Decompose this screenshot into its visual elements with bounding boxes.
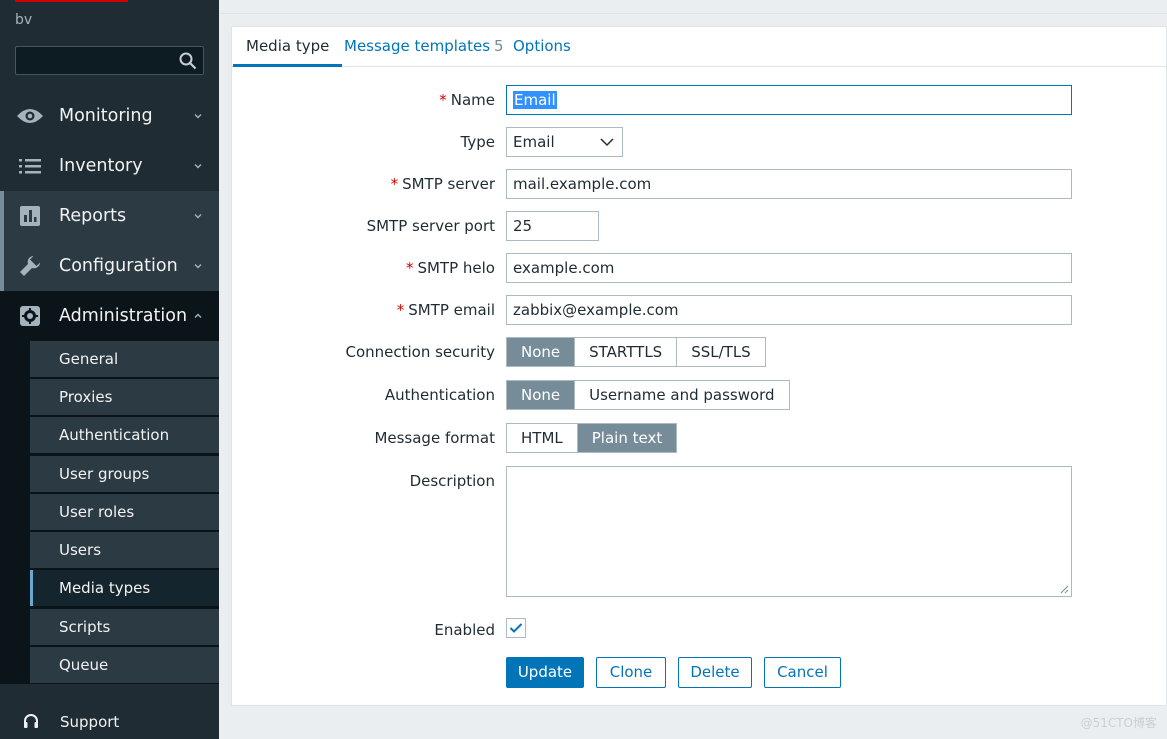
chevron-up-icon <box>194 313 202 318</box>
authentication-none[interactable]: None <box>507 381 576 409</box>
resize-handle-icon[interactable] <box>1059 584 1069 594</box>
required-mark: * <box>390 175 399 193</box>
search-icon[interactable] <box>179 52 197 70</box>
menu-label: Inventory <box>59 156 143 176</box>
cancel-button[interactable]: Cancel <box>764 657 841 688</box>
menu-monitoring[interactable]: Monitoring <box>0 91 219 141</box>
submenu-item-proxies[interactable]: Proxies <box>30 379 219 416</box>
search-input[interactable] <box>15 46 204 75</box>
delete-button[interactable]: Delete <box>678 657 752 688</box>
eye-icon <box>15 101 45 131</box>
type-select[interactable]: Email <box>506 127 623 157</box>
chevron-down-icon <box>194 114 202 119</box>
bar-chart-icon <box>15 201 45 231</box>
required-mark: * <box>396 301 405 319</box>
tab-bar: Media type Message templates 5 Options <box>232 27 1167 67</box>
description-textarea[interactable] <box>506 466 1072 597</box>
message-format-label: Message format <box>374 429 495 447</box>
smtp-port-input[interactable]: 25 <box>506 211 599 241</box>
menu-label: Reports <box>59 206 127 226</box>
message-format-plain-text[interactable]: Plain text <box>577 424 677 452</box>
headset-icon <box>24 713 38 728</box>
message-format-toggle: HTML Plain text <box>506 423 678 453</box>
smtp-port-label: SMTP server port <box>366 217 495 235</box>
submenu-item-queue[interactable]: Queue <box>30 647 219 684</box>
gear-icon <box>15 301 45 331</box>
smtp-email-label: * SMTP email <box>396 301 495 319</box>
connection-security-ssl-tls[interactable]: SSL/TLS <box>677 338 765 366</box>
smtp-email-input[interactable]: zabbix@example.com <box>506 295 1072 325</box>
type-label: Type <box>460 133 495 151</box>
connection-security-none[interactable]: None <box>507 338 576 366</box>
tab-message-templates[interactable]: Message templates 5 <box>331 27 517 67</box>
required-mark: * <box>439 91 447 109</box>
menu-administration[interactable]: Administration <box>0 291 219 341</box>
menu-configuration[interactable]: Configuration <box>0 241 219 291</box>
type-value: Email <box>513 133 555 151</box>
smtp-server-input[interactable]: mail.example.com <box>506 169 1072 199</box>
connection-security-label: Connection security <box>345 343 495 361</box>
smtp-helo-label: * SMTP helo <box>405 259 495 277</box>
submenu-item-user-groups[interactable]: User groups <box>30 456 219 493</box>
support-label: Support <box>60 712 120 731</box>
menu-label: Administration <box>59 306 188 326</box>
connection-security-starttls[interactable]: STARTTLS <box>575 338 678 366</box>
watermark: @51CTO博客 <box>1080 716 1157 730</box>
name-input[interactable]: Email <box>506 85 1072 115</box>
menu-label: Monitoring <box>59 106 153 126</box>
name-label: * Name <box>439 91 495 109</box>
menu-label: Configuration <box>59 256 178 276</box>
chevron-down-icon <box>194 164 202 169</box>
description-label: Description <box>409 472 495 490</box>
message-format-html[interactable]: HTML <box>507 424 578 452</box>
authentication-toggle: None Username and password <box>506 380 790 410</box>
submenu-item-scripts[interactable]: Scripts <box>30 609 219 646</box>
sidebar: bv Monitoring Inventory Reports Configur… <box>0 0 219 739</box>
submenu-item-media-types[interactable]: Media types <box>30 570 219 607</box>
top-bar <box>219 0 1167 14</box>
administration-submenu: General Proxies Authentication User grou… <box>0 341 219 684</box>
authentication-username-password[interactable]: Username and password <box>575 381 788 409</box>
smtp-helo-input[interactable]: example.com <box>506 253 1072 283</box>
list-icon <box>15 151 45 181</box>
tab-options[interactable]: Options <box>500 27 584 67</box>
logo-bar <box>15 0 128 2</box>
clone-button[interactable]: Clone <box>596 657 666 688</box>
smtp-server-label: * SMTP server <box>390 175 495 193</box>
media-type-form-panel: Media type Message templates 5 Options * N… <box>231 26 1167 706</box>
chevron-down-icon <box>194 264 202 269</box>
required-mark: * <box>405 259 414 277</box>
menu-inventory[interactable]: Inventory <box>0 141 219 191</box>
support-link[interactable]: Support <box>0 704 219 739</box>
submenu-item-user-roles[interactable]: User roles <box>30 494 219 531</box>
enabled-checkbox[interactable] <box>506 618 526 638</box>
update-button[interactable]: Update <box>506 657 584 688</box>
chevron-down-icon <box>194 214 202 219</box>
logo[interactable]: bv <box>15 12 32 28</box>
authentication-label: Authentication <box>384 386 495 404</box>
tab-media-type[interactable]: Media type <box>233 27 343 67</box>
submenu-item-general[interactable]: General <box>30 341 219 378</box>
connection-security-toggle: None STARTTLS SSL/TLS <box>506 337 766 367</box>
chevron-down-icon <box>600 138 614 147</box>
submenu-item-authentication[interactable]: Authentication <box>30 417 219 454</box>
wrench-icon <box>15 251 45 281</box>
tab-label: Message templates <box>344 37 491 55</box>
enabled-label: Enabled <box>434 621 495 639</box>
checkmark-icon <box>509 623 523 633</box>
name-value: Email <box>513 91 557 109</box>
menu-reports[interactable]: Reports <box>0 191 219 241</box>
submenu-item-users[interactable]: Users <box>30 532 219 569</box>
